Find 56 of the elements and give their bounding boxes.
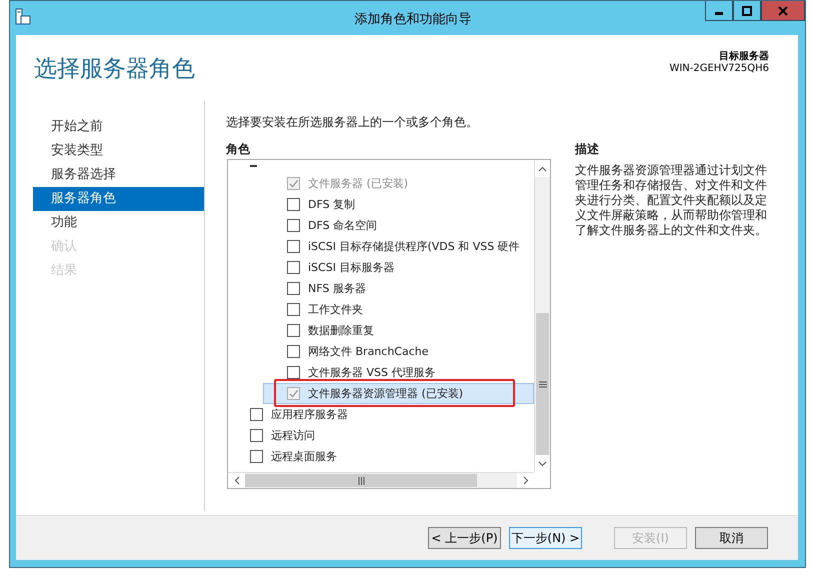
collapse-icon[interactable] [250,165,258,169]
checkbox[interactable] [287,324,300,337]
server-icon [15,8,31,26]
maximize-icon [742,6,752,16]
role-item[interactable]: 数据删除重复 [228,320,534,341]
wizard-button[interactable]: 下一步(N) > [509,527,582,549]
scroll-thumb[interactable] [245,474,477,487]
minimize-button[interactable] [705,1,733,21]
checkbox[interactable] [250,408,263,421]
checkbox[interactable] [287,261,300,274]
role-item[interactable]: 远程访问 [228,425,534,446]
role-item[interactable]: DFS 命名空间 [228,215,534,236]
vertical-scrollbar[interactable] [534,160,550,472]
description-heading: 描述 [575,141,600,158]
target-server-label: 目标服务器 [719,51,769,63]
page-title: 选择服务器角色 [34,54,195,84]
checkbox[interactable] [287,282,300,295]
scroll-down-icon[interactable] [535,455,550,472]
checkbox[interactable] [287,198,300,211]
wizard-button[interactable]: < 上一步(P) [428,527,501,549]
role-item[interactable]: 网络文件 BranchCache [228,341,534,362]
wizard-button[interactable]: 取消 [695,527,768,549]
checkbox[interactable] [287,240,300,253]
scroll-left-icon[interactable] [228,473,245,488]
window-title: 添加角色和功能向导 [354,11,472,28]
roles-heading: 角色 [226,141,251,158]
role-item[interactable]: DFS 复制 [228,194,534,215]
scroll-right-icon[interactable] [517,473,534,488]
role-item[interactable]: 文件服务器 VSS 代理服务 [228,362,534,383]
nav-item[interactable]: 功能 [33,211,204,235]
nav-item[interactable]: 安装类型 [33,139,204,163]
checkbox[interactable] [287,219,300,232]
checkbox[interactable] [287,303,300,316]
description-text: 文件服务器资源管理器通过计划文件管理任务和存储报告、对文件和文件夹进行分类、配置文件夹配额以及定义文件屏蔽策略，从而帮助你管理和了解文件服务器上的文件和文件夹。 [575,163,768,238]
role-item[interactable]: 应用程序服务器 [228,404,534,425]
checkbox[interactable] [287,366,300,379]
nav-item[interactable]: 开始之前 [33,115,204,139]
target-server-name: WIN-2GEHV725QH6 [669,63,769,75]
instruction-text: 选择要安装在所选服务器上的一个或多个角色。 [226,114,479,131]
scroll-thumb[interactable] [536,313,549,455]
minimize-icon [715,12,723,14]
close-icon [778,6,788,16]
role-item[interactable]: iSCSI 目标存储提供程序(VDS 和 VSS 硬件 [228,236,534,257]
role-item[interactable]: NFS 服务器 [228,278,534,299]
checkbox[interactable] [250,450,263,463]
scroll-up-icon[interactable] [535,160,550,177]
checkbox[interactable] [287,345,300,358]
horizontal-scrollbar[interactable] [228,472,534,488]
checkbox[interactable] [250,429,263,442]
role-item[interactable]: 远程桌面服务 [228,446,534,467]
maximize-button[interactable] [733,1,761,21]
role-item[interactable]: 工作文件夹 [228,299,534,320]
nav-item[interactable]: 服务器角色 [33,187,204,211]
close-button[interactable] [761,1,805,21]
nav-item[interactable]: 服务器选择 [33,163,204,187]
role-item[interactable]: iSCSI 目标服务器 [228,257,534,278]
